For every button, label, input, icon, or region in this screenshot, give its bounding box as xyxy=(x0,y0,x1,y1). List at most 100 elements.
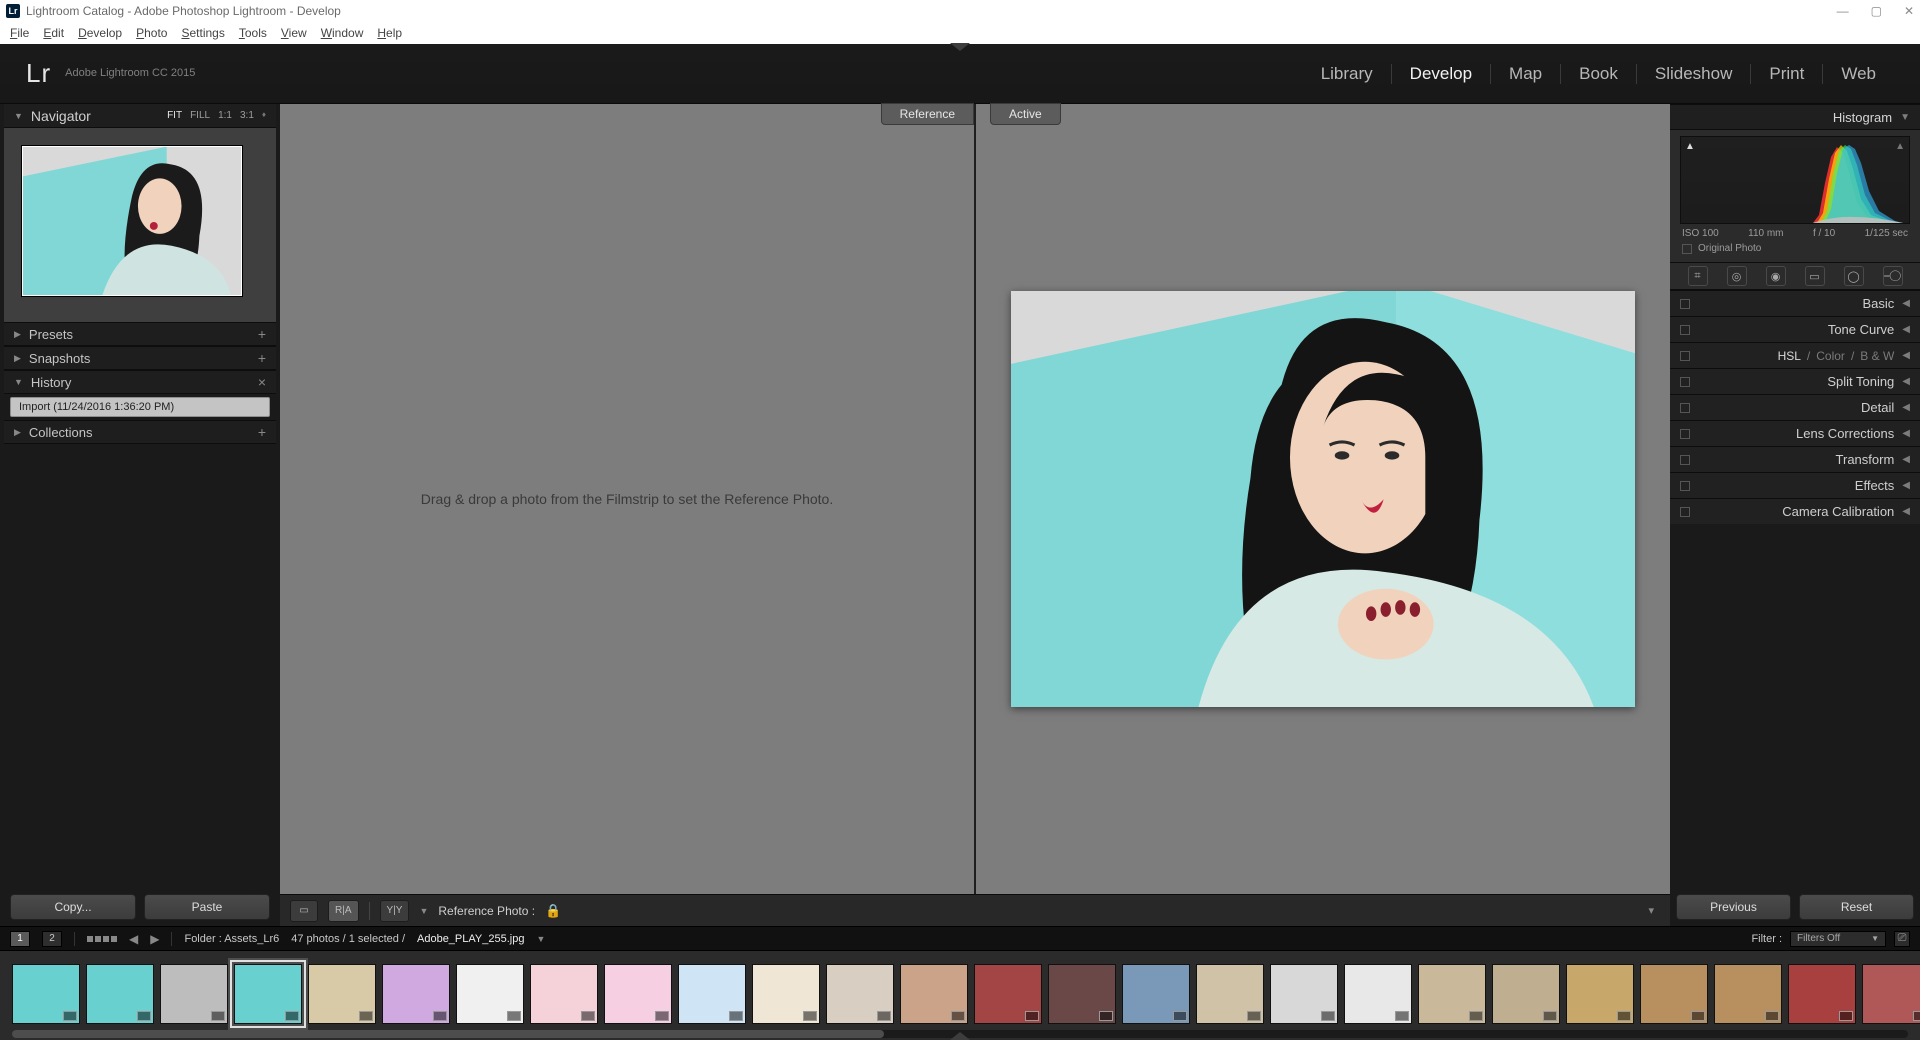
menu-tools[interactable]: Tools xyxy=(239,26,267,40)
prev-photo-icon[interactable]: ◀ xyxy=(129,932,138,946)
zoom-fill[interactable]: FILL xyxy=(190,110,210,121)
grid-view-icon[interactable] xyxy=(87,936,117,942)
folder-path[interactable]: Folder : Assets_Lr6 xyxy=(184,933,279,945)
window-minimize-button[interactable]: — xyxy=(1837,4,1849,18)
filmstrip-thumb[interactable] xyxy=(1862,964,1920,1024)
filmstrip-thumb[interactable] xyxy=(826,964,894,1024)
history-item[interactable]: Import (11/24/2016 1:36:20 PM) xyxy=(10,397,270,417)
shadow-clip-icon[interactable]: ▲ xyxy=(1685,141,1695,152)
filmstrip-thumb[interactable] xyxy=(1418,964,1486,1024)
filmstrip-thumb[interactable] xyxy=(1048,964,1116,1024)
zoom-3-1[interactable]: 3:1 xyxy=(240,110,254,121)
zoom-menu-icon[interactable]: ♦ xyxy=(262,110,266,121)
filename-menu-icon[interactable]: ▼ xyxy=(536,934,545,944)
reset-button[interactable]: Reset xyxy=(1799,894,1914,920)
filmstrip-thumb[interactable] xyxy=(456,964,524,1024)
module-print[interactable]: Print xyxy=(1750,64,1822,84)
before-after-view-button[interactable]: Y|Y xyxy=(380,900,410,922)
panel-switch-icon[interactable] xyxy=(1680,351,1690,361)
filmstrip-thumb[interactable] xyxy=(1788,964,1856,1024)
filmstrip-thumb[interactable] xyxy=(1566,964,1634,1024)
secondary-display-button[interactable]: 2 xyxy=(42,931,62,947)
filmstrip-thumb[interactable] xyxy=(1640,964,1708,1024)
filter-dropdown[interactable]: Filters Off▼ xyxy=(1790,931,1886,947)
menu-file[interactable]: File xyxy=(10,26,29,40)
toolbar-menu-icon[interactable]: ▼ xyxy=(419,906,428,916)
panel-switch-icon[interactable] xyxy=(1680,507,1690,517)
snapshots-panel-header[interactable]: ▶ Snapshots + xyxy=(4,346,276,370)
lens-corrections-panel-header[interactable]: Lens Corrections ◀ xyxy=(1670,420,1920,446)
transform-panel-header[interactable]: Transform ◀ xyxy=(1670,446,1920,472)
filmstrip[interactable] xyxy=(0,950,1920,1040)
reference-active-view-button[interactable]: R|A xyxy=(328,900,359,922)
clear-history-icon[interactable]: × xyxy=(258,374,266,390)
previous-button[interactable]: Previous xyxy=(1676,894,1791,920)
menu-help[interactable]: Help xyxy=(377,26,402,40)
filmstrip-thumb[interactable] xyxy=(234,964,302,1024)
zoom-1-1[interactable]: 1:1 xyxy=(218,110,232,121)
presets-panel-header[interactable]: ▶ Presets + xyxy=(4,322,276,346)
filmstrip-thumb[interactable] xyxy=(160,964,228,1024)
module-slideshow[interactable]: Slideshow xyxy=(1636,64,1751,84)
camera-calibration-panel-header[interactable]: Camera Calibration ◀ xyxy=(1670,498,1920,524)
detail-panel-header[interactable]: Detail ◀ xyxy=(1670,394,1920,420)
menu-develop[interactable]: Develop xyxy=(78,26,122,40)
menu-window[interactable]: Window xyxy=(321,26,364,40)
filmstrip-thumb[interactable] xyxy=(86,964,154,1024)
filmstrip-thumb[interactable] xyxy=(1492,964,1560,1024)
filmstrip-thumb[interactable] xyxy=(382,964,450,1024)
split-toning-panel-header[interactable]: Split Toning ◀ xyxy=(1670,368,1920,394)
spot-removal-tool-icon[interactable]: ◎ xyxy=(1727,266,1747,286)
history-panel-header[interactable]: ▼ History × xyxy=(4,370,276,394)
menu-settings[interactable]: Settings xyxy=(181,26,224,40)
histogram-graph[interactable]: ▲ ▲ xyxy=(1680,136,1910,224)
primary-display-button[interactable]: 1 xyxy=(10,931,30,947)
panel-switch-icon[interactable] xyxy=(1680,325,1690,335)
loupe-view-button[interactable]: ▭ xyxy=(290,900,318,922)
lock-icon[interactable]: 🔒 xyxy=(545,903,561,919)
filmstrip-thumb[interactable] xyxy=(974,964,1042,1024)
radial-filter-tool-icon[interactable]: ◯ xyxy=(1844,266,1864,286)
panel-switch-icon[interactable] xyxy=(1680,455,1690,465)
filmstrip-thumb[interactable] xyxy=(12,964,80,1024)
basic-panel-header[interactable]: Basic ◀ xyxy=(1670,290,1920,316)
menu-view[interactable]: View xyxy=(281,26,307,40)
filmstrip-thumb[interactable] xyxy=(1714,964,1782,1024)
filter-lock-icon[interactable]: ⎚ xyxy=(1894,931,1910,947)
menu-edit[interactable]: Edit xyxy=(43,26,64,40)
filmstrip-thumb[interactable] xyxy=(604,964,672,1024)
effects-panel-header[interactable]: Effects ◀ xyxy=(1670,472,1920,498)
navigator-preview[interactable] xyxy=(4,128,276,322)
active-view[interactable]: Active xyxy=(976,104,1670,894)
histogram-header[interactable]: Histogram ▼ xyxy=(1670,104,1920,130)
next-photo-icon[interactable]: ▶ xyxy=(150,932,159,946)
add-collection-icon[interactable]: + xyxy=(258,424,266,440)
filmstrip-thumb[interactable] xyxy=(530,964,598,1024)
filmstrip-thumb[interactable] xyxy=(1122,964,1190,1024)
panel-switch-icon[interactable] xyxy=(1680,377,1690,387)
navigator-header[interactable]: ▼ Navigator FIT FILL 1:1 3:1 ♦ xyxy=(4,104,276,128)
selected-filename[interactable]: Adobe_PLAY_255.jpg xyxy=(417,933,524,945)
filmstrip-thumb[interactable] xyxy=(752,964,820,1024)
module-library[interactable]: Library xyxy=(1303,64,1391,84)
filmstrip-thumb[interactable] xyxy=(900,964,968,1024)
paste-button[interactable]: Paste xyxy=(144,894,270,920)
crop-tool-icon[interactable]: ⌗ xyxy=(1688,266,1708,286)
panel-switch-icon[interactable] xyxy=(1680,429,1690,439)
module-develop[interactable]: Develop xyxy=(1391,64,1490,84)
color-tab[interactable]: Color xyxy=(1816,349,1845,363)
add-snapshot-icon[interactable]: + xyxy=(258,350,266,366)
bottom-panel-toggle-icon[interactable] xyxy=(950,1032,970,1040)
original-photo-checkbox[interactable] xyxy=(1682,244,1692,254)
menu-photo[interactable]: Photo xyxy=(136,26,167,40)
adjustment-brush-tool-icon[interactable]: ⎯◯ xyxy=(1883,266,1903,286)
reference-view[interactable]: Reference Drag & drop a photo from the F… xyxy=(280,104,974,894)
bw-tab[interactable]: B & W xyxy=(1860,349,1894,363)
module-map[interactable]: Map xyxy=(1490,64,1560,84)
redeye-tool-icon[interactable]: ◉ xyxy=(1766,266,1786,286)
window-maximize-button[interactable]: ▢ xyxy=(1871,4,1882,18)
copy-button[interactable]: Copy... xyxy=(10,894,136,920)
filmstrip-thumb[interactable] xyxy=(308,964,376,1024)
panel-switch-icon[interactable] xyxy=(1680,299,1690,309)
panel-switch-icon[interactable] xyxy=(1680,481,1690,491)
